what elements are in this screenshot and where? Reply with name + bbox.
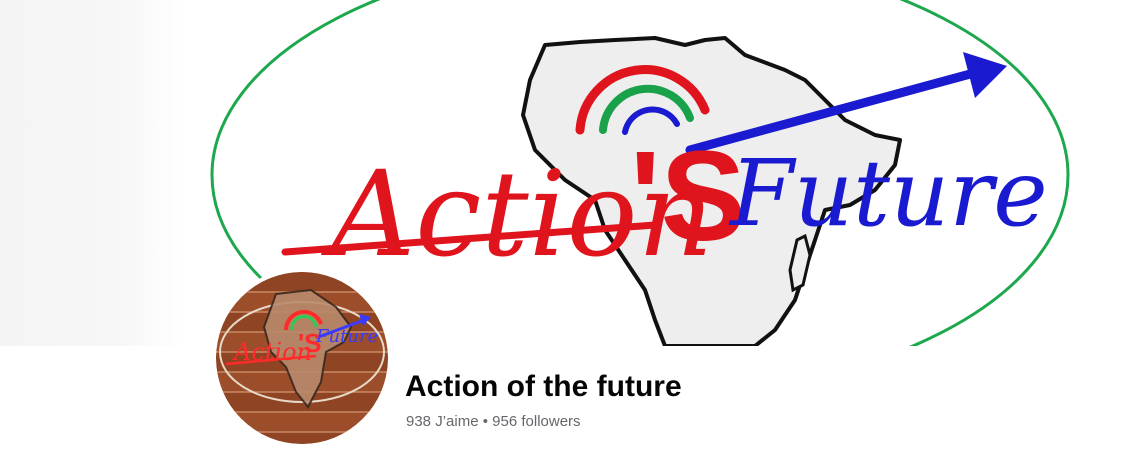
brick-wall-logo-avatar-icon: Action 'S Future <box>216 272 388 444</box>
page-stats: 938 J’aime • 956 followers <box>406 413 581 430</box>
profile-header-strip <box>0 346 1122 463</box>
followers-link[interactable]: 956 followers <box>492 413 580 430</box>
arrow-head-icon <box>963 52 1007 98</box>
logo-word-future: Future <box>728 140 1048 247</box>
stats-separator: • <box>482 413 488 430</box>
avatar-word-future: Future <box>315 326 378 347</box>
page-title: Action of the future <box>405 370 682 403</box>
logo-apostrophe-s: 'S <box>630 125 746 268</box>
likes-link[interactable]: 938 J’aime <box>406 413 479 430</box>
profile-avatar[interactable]: Action 'S Future <box>216 272 388 444</box>
